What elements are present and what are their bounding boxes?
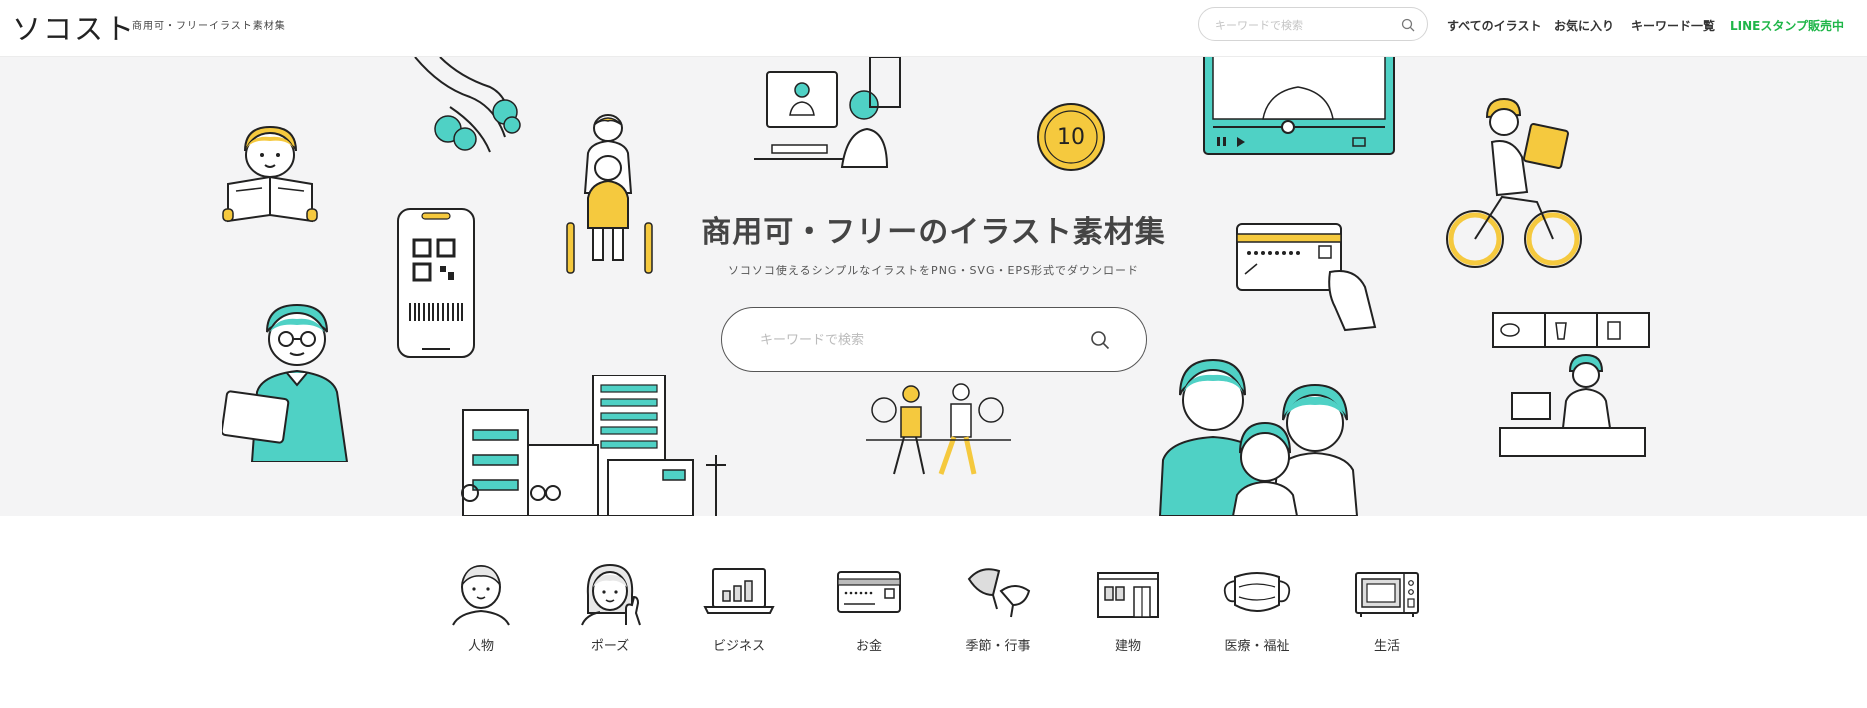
microwave-icon [1355,572,1419,617]
hero-search-input[interactable] [760,330,1060,350]
category-section: 人物 ポーズ ビジネス お金 季節・行事 建物 医療・福祉 生活 [0,516,1867,708]
shop-clerk-illustration [1499,353,1646,457]
hero-subtitle: ソコソコ使えるシンプルなイラストをPNG・SVG・EPS形式でダウンロード [727,264,1140,277]
video-player-illustration [1203,57,1395,155]
header-search-input[interactable] [1215,16,1395,34]
category-money[interactable]: お金 [814,561,924,654]
search-icon[interactable] [1090,330,1110,354]
category-label: ビジネス [712,639,765,654]
site-header: ソコスト 商用可・フリーイラスト素材集 すべてのイラスト お気に入り キーワード… [0,0,1867,57]
shop-menu-board-illustration [1492,312,1650,348]
nav-line-stamp[interactable]: LINEスタンプ販売中 [1730,17,1844,34]
mask-icon [1223,572,1291,612]
category-pose[interactable]: ポーズ [555,561,665,654]
hero-search-box[interactable] [721,307,1147,372]
category-label: 季節・行事 [965,639,1031,654]
category-daily-life[interactable]: 生活 [1332,561,1442,654]
business-laptop-icon [703,568,775,614]
category-label: お金 [855,639,882,654]
header-search-box[interactable] [1198,7,1428,41]
money-card-icon [837,571,901,613]
pose-icon [581,563,641,626]
coin-illustration: 10 [1037,103,1105,171]
category-label: 医療・福祉 [1224,639,1290,654]
hand-washing-illustration [414,57,521,153]
category-label: 建物 [1114,639,1141,654]
category-people[interactable]: 人物 [426,561,536,654]
category-medical-welfare[interactable]: 医療・福祉 [1202,561,1312,654]
category-seasons-events[interactable]: 季節・行事 [943,561,1053,654]
category-label: ポーズ [590,639,630,654]
hero-section: 10 商用可・フリーのイラスト素材集 ソコソコ使えるシンプルなイラストをPNG・… [0,57,1867,516]
category-buildings[interactable]: 建物 [1073,561,1183,654]
walking-couple-illustration [866,383,1011,475]
nav-keyword-list[interactable]: キーワード一覧 [1631,17,1715,34]
wheelchair-care-illustration [566,114,653,274]
building-icon [1097,572,1159,618]
site-logo[interactable]: ソコスト [12,6,136,48]
search-icon[interactable] [1401,17,1415,36]
site-tagline: 商用可・フリーイラスト素材集 [132,21,286,32]
nav-favorites[interactable]: お気に入り [1554,17,1614,34]
nav-all-illustrations[interactable]: すべてのイラスト [1447,17,1541,34]
coin-value: 10 [1057,125,1085,150]
category-label: 生活 [1373,639,1400,654]
category-business[interactable]: ビジネス [684,561,794,654]
computer-video-call-illustration [754,57,901,168]
family-illustration [1158,358,1359,516]
laptop-man-illustration [222,303,349,462]
category-label: 人物 [467,639,494,654]
buildings-illustration [461,375,726,516]
ginkgo-leaf-icon [967,568,1031,618]
person-icon [452,565,510,626]
hero-title: 商用可・フリーのイラスト素材集 [701,215,1166,250]
